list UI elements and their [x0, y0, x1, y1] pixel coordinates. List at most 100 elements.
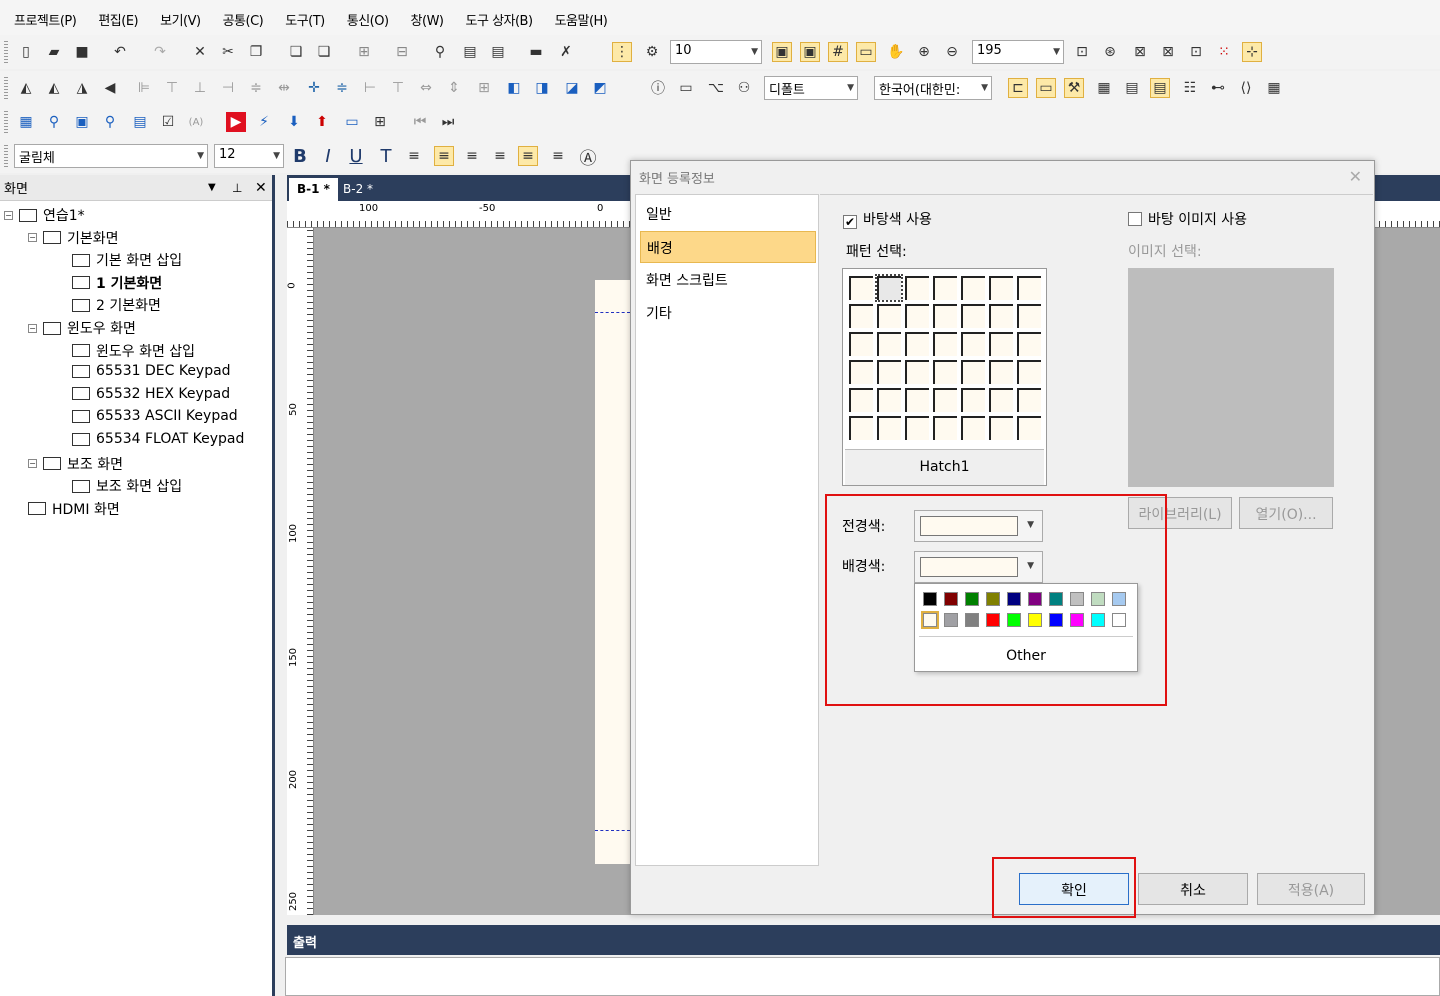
pattern-cell[interactable] — [961, 332, 985, 356]
tree-item[interactable]: 1 기본화면 — [72, 273, 162, 293]
id-icon[interactable]: ⓘ — [648, 78, 668, 98]
pattern-cell[interactable] — [933, 304, 957, 328]
tree-item[interactable]: 65533 ASCII Keypad — [72, 408, 238, 424]
collapse-icon[interactable]: − — [28, 459, 37, 469]
snap-icon[interactable]: ▣ — [772, 42, 792, 62]
zoom-100-icon[interactable]: ⊛ — [1100, 42, 1120, 62]
upload-icon[interactable]: ⬆ — [312, 112, 332, 132]
pattern-cell[interactable] — [989, 276, 1013, 300]
zoom-in-icon[interactable]: ⊕ — [914, 42, 934, 62]
select-area-icon[interactable]: ⁙ — [1214, 42, 1234, 62]
pattern-cell[interactable] — [989, 416, 1013, 440]
menu-view[interactable]: 보기(V) — [160, 10, 201, 29]
collapse-icon[interactable]: − — [28, 323, 37, 333]
align-left-icon[interactable]: ◭ — [16, 78, 36, 98]
tree-item[interactable]: − 기본화면 — [28, 228, 119, 248]
ungroup-icon[interactable]: ⊟ — [392, 42, 412, 62]
pattern-cell[interactable] — [1017, 332, 1041, 356]
pattern-name-button[interactable]: Hatch1 — [845, 449, 1044, 485]
hand-icon[interactable]: ✋ — [886, 42, 906, 62]
open-button[interactable]: 열기(O)... — [1239, 497, 1333, 529]
align-bottom-icon[interactable]: ⊥ — [190, 78, 210, 98]
tab-b2[interactable]: B-2 * — [335, 178, 381, 201]
delete-icon[interactable]: ✕ — [190, 42, 210, 62]
pattern-cell[interactable] — [1017, 304, 1041, 328]
same-height-icon[interactable]: ⇕ — [444, 78, 464, 98]
menu-common[interactable]: 공통(C) — [223, 10, 264, 29]
grid-show-icon[interactable]: ⋮ — [612, 42, 632, 62]
text-middle-icon[interactable]: ≡ — [518, 146, 538, 166]
pattern-cell[interactable] — [933, 388, 957, 412]
pattern-cell[interactable] — [1017, 388, 1041, 412]
group-icon[interactable]: ⊞ — [354, 42, 374, 62]
space-v-icon[interactable]: ⊤ — [388, 78, 408, 98]
nav-screen-script[interactable]: 화면 스크립트 — [640, 264, 816, 296]
pattern-cell[interactable] — [989, 360, 1013, 384]
space-h-icon[interactable]: ⊢ — [360, 78, 380, 98]
tree-item[interactable]: 기본 화면 삽입 — [72, 250, 182, 270]
apply-button[interactable]: 적용(A) — [1257, 873, 1365, 905]
bold-icon[interactable]: B — [290, 146, 310, 167]
pattern-cell[interactable] — [989, 304, 1013, 328]
redo-icon[interactable]: ↷ — [150, 42, 170, 62]
close-icon[interactable]: ✕ — [1349, 167, 1362, 186]
pattern-cell[interactable] — [933, 416, 957, 440]
simulate-icon[interactable]: ⚡ — [254, 112, 274, 132]
tree-item[interactable]: HDMI 화면 — [28, 499, 120, 519]
zoom-out-icon[interactable]: ⊖ — [942, 42, 962, 62]
send-back-icon[interactable]: ◨ — [532, 78, 552, 98]
output-icon[interactable]: ▤ — [1150, 78, 1170, 98]
tab-b1[interactable]: B-1 * — [289, 178, 338, 201]
tree-item[interactable]: 65531 DEC Keypad — [72, 363, 231, 379]
panel-icon[interactable]: ▦ — [1094, 78, 1114, 98]
backward-icon[interactable]: ◩ — [590, 78, 610, 98]
list-icon[interactable]: ▤ — [1122, 78, 1142, 98]
tree-item[interactable]: − 보조 화면 — [28, 454, 123, 474]
check-icon[interactable]: ✗ — [556, 42, 576, 62]
view3-icon[interactable]: ⊡ — [1186, 42, 1206, 62]
pattern-cell[interactable] — [961, 388, 985, 412]
pattern-cell[interactable] — [849, 388, 873, 412]
pattern-cell[interactable] — [933, 276, 957, 300]
text-style-icon[interactable]: ⚇ — [734, 78, 754, 98]
pattern-cell[interactable] — [849, 332, 873, 356]
pattern-cell[interactable] — [989, 388, 1013, 412]
nav-background[interactable]: 배경 — [640, 231, 816, 263]
paste-special-icon[interactable]: ❏ — [314, 42, 334, 62]
search-screen-icon[interactable]: ⚲ — [100, 112, 120, 132]
dev-icon[interactable]: ▭ — [676, 78, 696, 98]
forward-icon[interactable]: ◪ — [562, 78, 582, 98]
doc-icon[interactable]: ▤ — [130, 112, 150, 132]
same-size-icon[interactable]: ⊞ — [474, 78, 494, 98]
screen-page[interactable] — [595, 280, 635, 864]
text-bottom-icon[interactable]: ≡ — [548, 146, 568, 166]
pattern-cell[interactable] — [905, 304, 929, 328]
use-bg-image-checkbox[interactable]: 바탕 이미지 사용 — [1128, 209, 1247, 229]
tree-item[interactable]: 2 기본화면 — [72, 295, 161, 315]
fit-icon[interactable]: ⊡ — [1072, 42, 1092, 62]
snap-grid-icon[interactable]: ▣ — [800, 42, 820, 62]
pattern-cell[interactable] — [877, 416, 901, 440]
grid-lines-icon[interactable]: # — [828, 42, 848, 62]
pattern-cell[interactable] — [905, 276, 929, 300]
pattern-cell[interactable] — [933, 360, 957, 384]
pattern-cell[interactable] — [961, 360, 985, 384]
pattern-cell[interactable] — [905, 332, 929, 356]
pattern-cell[interactable] — [1017, 276, 1041, 300]
screen-list-icon[interactable]: ▤ — [488, 42, 508, 62]
font-color-icon[interactable]: Ⓐ — [578, 146, 598, 169]
pattern-cell[interactable] — [905, 416, 929, 440]
pattern-cell[interactable] — [877, 332, 901, 356]
text-center-icon[interactable]: ≡ — [434, 146, 454, 166]
italic-icon[interactable]: I — [318, 146, 338, 167]
pattern-cell[interactable] — [877, 304, 901, 328]
bring-front-icon[interactable]: ◧ — [504, 78, 524, 98]
menu-toolbox[interactable]: 도구 상자(B) — [466, 10, 534, 29]
tree-item[interactable]: 65532 HEX Keypad — [72, 386, 230, 402]
tree-item[interactable]: 65534 FLOAT Keypad — [72, 431, 244, 447]
center-v-icon[interactable]: ≑ — [246, 78, 266, 98]
text-top-icon[interactable]: ≡ — [490, 146, 510, 166]
pattern-cell[interactable] — [905, 360, 929, 384]
copy-icon[interactable]: ❐ — [246, 42, 266, 62]
tree-view-icon[interactable]: ⊏ — [1008, 78, 1028, 98]
